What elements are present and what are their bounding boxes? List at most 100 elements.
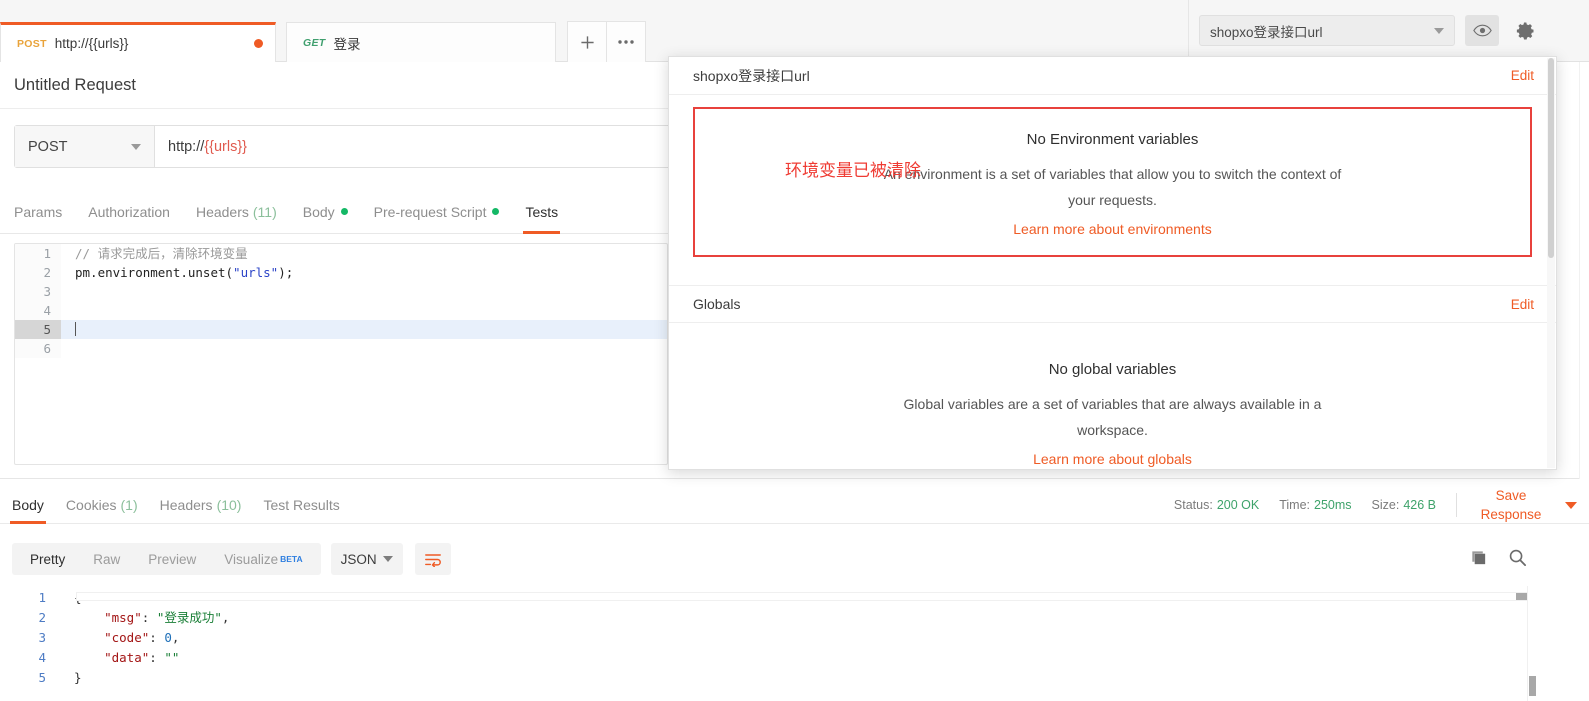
tab-headers-count: (11): [252, 203, 277, 220]
response-body-horizontal-scrollbar[interactable]: [76, 592, 1531, 601]
edit-environment-link[interactable]: Edit: [1511, 68, 1534, 83]
line-content: "data": "": [58, 648, 179, 668]
line-number: 4: [38, 650, 46, 665]
environment-quick-look-button[interactable]: [1465, 15, 1499, 46]
response-body-viewer[interactable]: 1 { 2 "msg": "登录成功", 3 "code": 0, 4 "dat…: [0, 588, 1589, 701]
request-tab-2-title: 登录: [333, 36, 361, 52]
tests-script-editor[interactable]: 1 // 请求完成后，清除环境变量 2 pm.environment.unset…: [14, 243, 668, 465]
environment-empty-description: An environment is a set of variables tha…: [883, 166, 1342, 208]
response-tab-headers[interactable]: Headers (10): [160, 486, 242, 524]
postman-window: POST http://{{urls}} GET 登录 shopxo登录接口ur…: [0, 0, 1589, 701]
view-mode-preview-label: Preview: [148, 551, 197, 567]
request-tab-1[interactable]: POST http://{{urls}}: [0, 22, 276, 62]
save-response-button[interactable]: Save Response: [1475, 486, 1547, 524]
scrollbar-thumb[interactable]: [1548, 58, 1554, 258]
tab-tests[interactable]: Tests: [523, 190, 560, 234]
tab-params[interactable]: Params: [14, 190, 62, 234]
search-response-button[interactable]: [1508, 548, 1527, 570]
unsaved-changes-dot: [254, 39, 263, 48]
code-line: 6: [15, 339, 667, 358]
environment-settings-button[interactable]: [1509, 15, 1543, 46]
meta-divider: [1456, 493, 1457, 517]
line-number: 1: [15, 244, 61, 263]
line-content: pm.environment.unset("urls");: [61, 263, 293, 282]
environment-empty-title: No Environment variables: [1026, 131, 1199, 148]
line-content: // 请求完成后，清除环境变量: [75, 246, 248, 261]
json-line: 2 "msg": "登录成功",: [0, 608, 1589, 628]
line-number: 5: [38, 670, 46, 685]
json-value: "": [164, 650, 180, 665]
size-label: Size:: [1371, 498, 1400, 512]
scrollbar-thumb[interactable]: [1529, 676, 1536, 696]
tab-options-button[interactable]: [607, 21, 646, 62]
chevron-down-icon: [1434, 27, 1444, 34]
response-format-label: JSON: [340, 551, 377, 567]
request-tab-2-method: GET: [303, 36, 326, 49]
environment-empty-highlight-box: 环境变量已被清除 No Environment variables An env…: [693, 107, 1532, 257]
search-icon: [1509, 549, 1527, 567]
request-tab-2[interactable]: GET 登录: [286, 22, 556, 62]
view-mode-preview[interactable]: Preview: [134, 543, 210, 575]
tab-headers[interactable]: Headers (11): [196, 190, 277, 234]
json-line: 5 }: [0, 668, 1589, 688]
pre-request-has-content-dot: [492, 208, 500, 215]
environment-selector-label: shopxo登录接口url: [1210, 24, 1323, 40]
response-format-selector[interactable]: JSON: [330, 543, 403, 575]
request-url-input[interactable]: http://{{urls}}: [155, 126, 713, 167]
code-line: 1 // 请求完成后，清除环境变量: [15, 244, 667, 263]
json-key: "code": [104, 630, 150, 645]
popup-environment-title: shopxo登录接口url: [693, 67, 810, 84]
status-label: Status:: [1173, 498, 1213, 512]
time-badge: Time: 250ms: [1279, 498, 1351, 512]
view-mode-pretty[interactable]: Pretty: [16, 543, 79, 575]
edit-globals-link[interactable]: Edit: [1511, 297, 1534, 312]
gear-icon: [1516, 22, 1534, 39]
learn-more-globals-link[interactable]: Learn more about globals: [699, 451, 1526, 467]
learn-more-environments-link[interactable]: Learn more about environments: [725, 221, 1500, 237]
response-tab-test-results[interactable]: Test Results: [263, 486, 339, 524]
json-line: 4 "data": "": [0, 648, 1589, 668]
response-body-vertical-scrollbar[interactable]: [1527, 586, 1537, 701]
http-method-selector[interactable]: POST: [15, 126, 155, 167]
response-tab-cookies[interactable]: Cookies (1): [66, 486, 138, 524]
save-response-chevron-down-icon[interactable]: [1565, 501, 1577, 509]
status-badge: Status: 200 OK: [1174, 498, 1259, 512]
code-line: 4: [15, 301, 667, 320]
code-token: pm.environment.unset(: [75, 265, 234, 280]
body-has-content-dot: [340, 208, 348, 215]
tab-authorization-label: Authorization: [88, 203, 170, 220]
time-label: Time:: [1279, 498, 1310, 512]
response-meta: Status: 200 OK Time: 250ms Size: 426 B Save…: [1174, 486, 1577, 524]
line-content: }: [74, 670, 82, 685]
code-line: 3: [15, 282, 667, 301]
json-key: "msg": [104, 610, 142, 625]
line-content: [61, 320, 76, 339]
environment-selector[interactable]: shopxo登录接口url: [1199, 15, 1455, 46]
tab-body-label: Body: [302, 203, 335, 220]
chevron-down-icon: [382, 556, 393, 562]
word-wrap-icon: [424, 553, 441, 567]
new-tab-button[interactable]: [567, 21, 607, 62]
plus-icon: [580, 35, 594, 49]
json-value: 0: [164, 630, 172, 645]
tab-tests-label: Tests: [525, 203, 559, 220]
tab-pre-request-script[interactable]: Pre-request Script: [374, 190, 500, 234]
view-mode-visualize[interactable]: Visualize BETA: [210, 543, 316, 575]
response-viewer-toolbar: Pretty Raw Preview Visualize BETA JSON: [0, 538, 1589, 580]
line-number: 3: [38, 630, 46, 645]
json-separator: :: [149, 630, 165, 645]
tab-body[interactable]: Body: [303, 190, 348, 234]
copy-response-button[interactable]: [1469, 548, 1488, 570]
line-number: 5: [15, 320, 61, 339]
response-tab-cookies-label: Cookies: [65, 496, 117, 513]
word-wrap-button[interactable]: [414, 543, 451, 575]
view-mode-raw[interactable]: Raw: [79, 543, 134, 575]
tab-headers-label: Headers: [195, 203, 249, 220]
globals-empty-description: Global variables are a set of variables …: [903, 396, 1322, 438]
response-tab-body[interactable]: Body: [10, 486, 46, 524]
tab-authorization[interactable]: Authorization: [88, 190, 170, 234]
popup-vertical-scrollbar[interactable]: [1547, 58, 1555, 468]
tab-pre-request-script-label: Pre-request Script: [373, 203, 487, 220]
eye-icon: [1472, 24, 1492, 37]
app-vertical-scrollbar[interactable]: [1579, 62, 1589, 479]
